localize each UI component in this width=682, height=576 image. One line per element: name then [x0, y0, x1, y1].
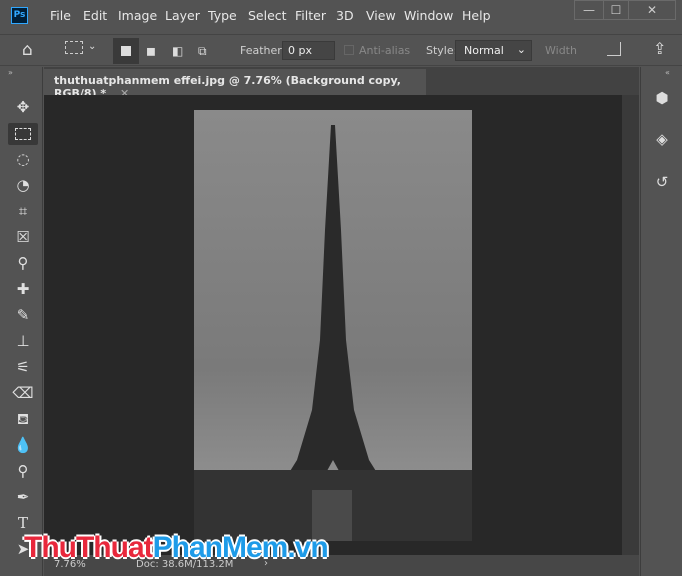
feather-label: Feather:: [240, 44, 286, 57]
3d-panel-icon[interactable]: ⬢: [649, 89, 675, 113]
menu-3d[interactable]: 3D: [336, 8, 354, 23]
clone-stamp-tool-icon[interactable]: ⊥: [8, 330, 38, 352]
watermark-logo: ThuThuatPhanMem.vn: [24, 531, 329, 565]
menu-edit[interactable]: Edit: [83, 8, 107, 23]
style-select[interactable]: Normal ⌄: [455, 40, 532, 61]
menu-view[interactable]: View: [366, 8, 396, 23]
intersect-selection-icon[interactable]: ⧉: [198, 44, 207, 59]
chevron-down-icon[interactable]: ⌄: [88, 41, 96, 52]
eraser-tool-icon[interactable]: ⌫: [8, 382, 38, 404]
vertical-scrollbar[interactable]: [622, 95, 639, 555]
document-tab-bar: thuthuatphanmem effei.jpg @ 7.76% (Backg…: [44, 67, 639, 100]
menu-filter[interactable]: Filter: [295, 8, 326, 23]
menu-file[interactable]: File: [50, 8, 71, 23]
expand-icon[interactable]: »: [8, 68, 13, 77]
quick-selection-tool-icon[interactable]: ◔: [8, 174, 38, 196]
rectangular-marquee-tool-icon[interactable]: [8, 123, 38, 145]
frame-tool-icon[interactable]: ☒: [8, 226, 38, 248]
options-bar: ⌂ ⌄ ◼ ◧ ⧉ Feather: 0 px Anti-alias Style…: [0, 34, 682, 66]
paint-bucket-tool-icon[interactable]: ⛾: [8, 408, 38, 430]
history-panel-icon[interactable]: ↺: [649, 173, 675, 197]
eyedropper-tool-icon[interactable]: ⚲: [8, 252, 38, 274]
tools-panel: » ✥ ◌ ◔ ⌗ ☒ ⚲ ✚ ✎ ⊥ ⚟ ⌫ ⛾ 💧 ⚲ ✒ T ➤: [0, 67, 43, 576]
add-selection-icon[interactable]: ◼: [146, 44, 156, 58]
dodge-tool-icon[interactable]: ⚲: [8, 460, 38, 482]
blur-tool-icon[interactable]: 💧: [8, 434, 38, 456]
collapse-icon[interactable]: «: [665, 68, 670, 77]
maximize-button[interactable]: ☐: [603, 0, 629, 20]
crop-tool-icon[interactable]: ⌗: [8, 200, 38, 222]
menu-select[interactable]: Select: [248, 8, 287, 23]
lasso-tool-icon[interactable]: ◌: [8, 148, 38, 170]
marquee-preset-icon[interactable]: [65, 41, 83, 54]
new-selection-button[interactable]: [113, 38, 139, 64]
subtract-selection-icon[interactable]: ◧: [172, 44, 183, 58]
layers-panel-icon[interactable]: ◈: [649, 130, 675, 154]
document-image: [194, 110, 472, 541]
width-label: Width: [545, 44, 577, 57]
photoshop-logo: Ps: [11, 7, 28, 24]
home-icon[interactable]: ⌂: [22, 40, 33, 60]
feather-input[interactable]: 0 px: [282, 41, 335, 60]
watermark-part1: ThuThuat: [24, 531, 154, 564]
close-button[interactable]: ✕: [628, 0, 676, 20]
pencil-tool-icon[interactable]: ✎: [8, 304, 38, 326]
document-tab[interactable]: thuthuatphanmem effei.jpg @ 7.76% (Backg…: [44, 69, 426, 100]
antialias-label: Anti-alias: [359, 44, 411, 57]
move-tool-icon[interactable]: ✥: [8, 96, 38, 118]
right-panel-dock: « ⬢ ◈ ↺: [640, 67, 682, 576]
menu-type[interactable]: Type: [208, 8, 237, 23]
style-value: Normal: [464, 44, 504, 57]
antialias-checkbox[interactable]: [344, 45, 354, 55]
share-icon[interactable]: ⇪: [653, 39, 666, 58]
menu-help[interactable]: Help: [462, 8, 491, 23]
menu-layer[interactable]: Layer: [165, 8, 200, 23]
minimize-button[interactable]: —: [574, 0, 604, 20]
pen-tool-icon[interactable]: ✒: [8, 486, 38, 508]
healing-brush-tool-icon[interactable]: ✚: [8, 278, 38, 300]
menu-image[interactable]: Image: [118, 8, 157, 23]
chevron-down-icon: ⌄: [516, 43, 526, 56]
style-label: Style:: [426, 44, 458, 57]
select-mask-icon[interactable]: [607, 42, 621, 56]
menu-window[interactable]: Window: [404, 8, 453, 23]
watermark-part2: PhanMem.vn: [152, 531, 329, 564]
history-brush-tool-icon[interactable]: ⚟: [8, 356, 38, 378]
menu-bar: Ps File Edit Image Layer Type Select Fil…: [0, 0, 682, 32]
